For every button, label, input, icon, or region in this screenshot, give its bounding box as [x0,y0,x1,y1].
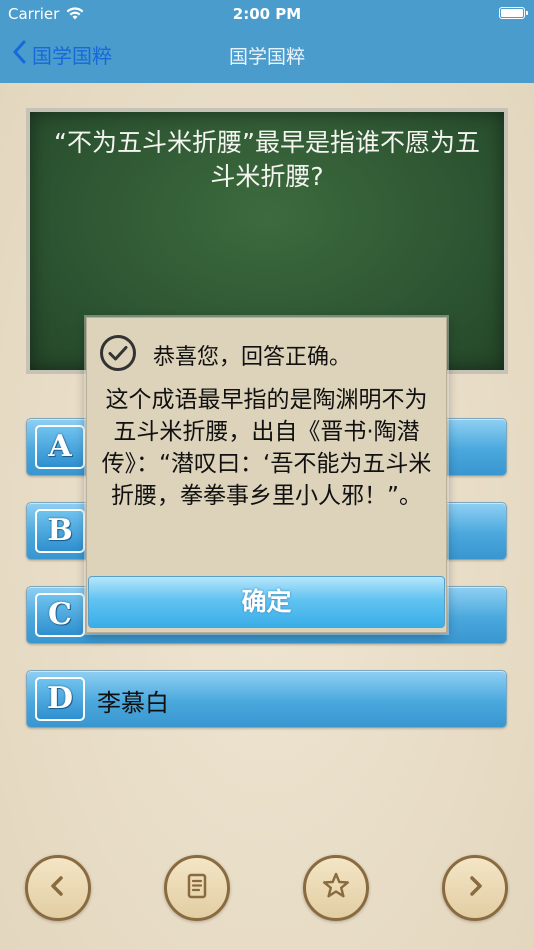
battery-icon [499,7,528,19]
option-c-letter: C [35,593,85,637]
clock: 2:00 PM [232,5,302,23]
result-dialog: 恭喜您，回答正确。 这个成语最早指的是陶渊明不为五斗米折腰，出自《晋书·陶潜传》… [86,317,447,633]
option-a-letter: A [35,425,85,469]
previous-button[interactable] [25,855,91,921]
check-circle-icon [99,334,137,376]
notes-button[interactable] [164,855,230,921]
option-d[interactable]: D 李慕白 [26,670,507,728]
dialog-header: 恭喜您，回答正确。 [99,334,351,376]
star-icon [320,870,352,906]
option-b-letter: B [35,509,85,553]
question-text: “不为五斗米折腰”最早是指谁不愿为五斗米折腰? [54,128,480,191]
next-icon [460,871,490,905]
next-button[interactable] [442,855,508,921]
dialog-explanation: 这个成语最早指的是陶渊明不为五斗米折腰，出自《晋书·陶潜传》：“潜叹曰：‘吾不能… [101,387,432,509]
notes-icon [181,870,213,906]
status-bar: Carrier 2:00 PM [0,0,534,28]
option-d-letter: D [35,677,85,721]
dialog-message: 恭喜您，回答正确。 [153,345,352,370]
option-d-label: 李慕白 [97,689,169,717]
favorite-button[interactable] [303,855,369,921]
nav-bar: 国学国粹 国学国粹 [0,28,534,83]
page-title: 国学国粹 [228,46,305,68]
previous-icon [43,871,73,905]
confirm-button[interactable]: 确定 [88,576,445,628]
